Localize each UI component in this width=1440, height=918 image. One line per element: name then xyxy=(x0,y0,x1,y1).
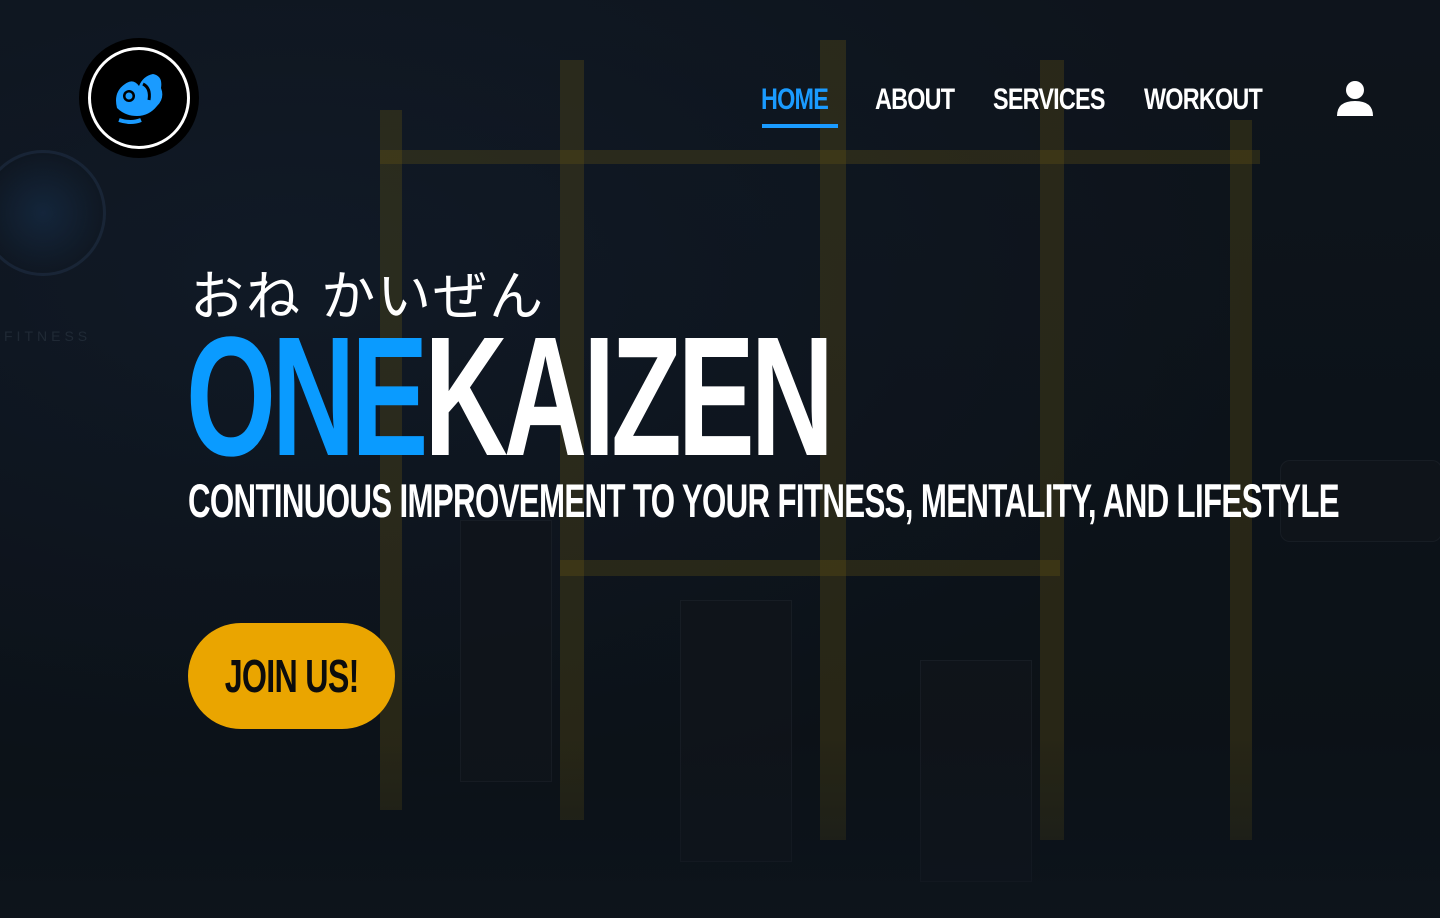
nav-home[interactable]: HOME xyxy=(761,78,829,122)
hero-tagline: CONTINUOUS IMPROVEMENT TO YOUR FITNESS, … xyxy=(188,474,1340,527)
join-us-label: JOIN US! xyxy=(224,650,360,702)
site-logo[interactable] xyxy=(79,38,199,158)
brand-kaizen: KAIZEN xyxy=(424,302,834,492)
join-us-button[interactable]: JOIN US! xyxy=(188,623,395,729)
logo-ring xyxy=(88,47,190,149)
brand-one: ONE xyxy=(186,302,428,492)
hero-section: FITNESS HOME ABOUT SERVICES WORKOUT おね か… xyxy=(0,0,1440,918)
nav-services[interactable]: SERVICES xyxy=(993,78,1105,122)
user-icon[interactable] xyxy=(1336,80,1374,116)
user-silhouette-icon xyxy=(1337,81,1373,116)
nav-workout[interactable]: WORKOUT xyxy=(1144,78,1263,122)
nav-active-underline xyxy=(762,124,838,128)
nav-about[interactable]: ABOUT xyxy=(875,78,955,122)
flexing-arm-icon xyxy=(109,68,169,128)
brand-heading: ONEKAIZEN xyxy=(186,312,834,482)
